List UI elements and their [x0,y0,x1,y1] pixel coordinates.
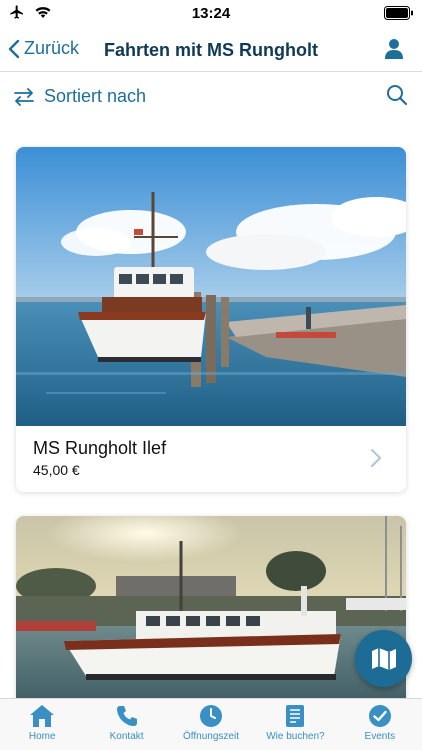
sort-button[interactable]: Sortiert nach [12,86,146,107]
tab-label: Wie buchen? [266,731,325,742]
status-right [384,6,414,25]
booklet-icon [286,705,305,727]
status-bar: 13:24 [0,0,422,28]
profile-button[interactable] [384,38,404,65]
battery-icon [384,6,413,20]
tab-home[interactable]: Home [0,699,84,750]
tab-label: Home [28,731,56,742]
phone-icon [116,706,137,726]
tab-label: Events [364,731,396,742]
tab-oeffnungszeit[interactable]: Öffnungszeit [169,699,253,750]
search-icon [387,85,408,106]
map-icon [371,647,396,670]
tab-label: Kontakt [109,731,144,742]
trip-price: 45,00 € [33,462,80,478]
sort-label: Sortiert nach [44,86,147,106]
boat-photo [16,147,406,426]
navigation-bar: Zurück Fahrten mit MS Rungholt [0,28,422,72]
trip-name: MS Rungholt Ilef [33,438,167,458]
map-button[interactable] [355,630,412,687]
user-icon [385,39,403,59]
tab-events[interactable]: Events [338,699,422,750]
swap-arrows-icon [14,87,34,106]
sort-bar: Sortiert nach [0,72,422,120]
trip-card[interactable] [16,516,406,706]
page-title: Fahrten mit MS Rungholt [104,40,318,60]
tab-bar: Home Kontakt Öffnungszeit Wie buchen? Ev… [0,698,422,750]
chevron-right-icon [371,449,381,467]
tab-label: Öffnungszeit [183,731,239,742]
trip-card[interactable]: MS Rungholt Ilef 45,00 € [16,147,406,492]
search-button[interactable] [386,84,408,111]
trip-info: MS Rungholt Ilef 45,00 € [16,426,406,492]
tab-wie-buchen[interactable]: Wie buchen? [253,699,337,750]
tab-kontakt[interactable]: Kontakt [84,699,168,750]
home-icon [30,705,55,727]
clock-icon [200,705,223,727]
boat-photo [16,516,406,706]
status-time: 13:24 [191,5,231,22]
check-circle-icon [368,705,391,727]
